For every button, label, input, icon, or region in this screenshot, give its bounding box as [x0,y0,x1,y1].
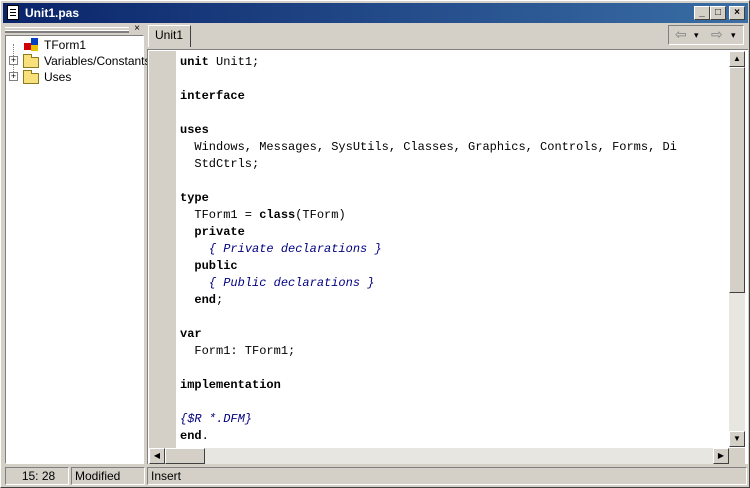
folder-icon [23,70,39,84]
close-button[interactable]: × [729,6,745,20]
code-keyword: type [180,191,209,205]
forward-arrow-icon[interactable]: ⇨ [711,27,723,43]
code-line[interactable]: { Private declarations } [180,241,382,258]
code-line[interactable]: type [180,190,209,207]
tab-unit1[interactable]: Unit1 [148,25,191,47]
code-token: StdCtrls; [180,157,260,171]
code-token: ; [216,293,224,307]
code-token: (TForm) [295,208,346,222]
back-arrow-icon[interactable]: ⇦ [675,27,687,43]
back-dropdown-icon[interactable]: ▾ [694,27,699,43]
expand-icon[interactable]: + [9,72,18,81]
horizontal-scroll-thumb[interactable] [165,448,205,464]
scroll-left-icon[interactable]: ◀ [149,448,165,464]
code-line[interactable]: Windows, Messages, SysUtils, Classes, Gr… [180,139,677,156]
cursor-position: 15: 28 [5,467,69,485]
maximize-button[interactable]: □ [710,6,726,20]
code-keyword: uses [180,123,209,137]
code-comment: { Public declarations } [208,276,375,290]
modified-indicator: Modified [71,467,145,485]
horizontal-scrollbar[interactable]: ◀ ▶ [149,448,729,464]
document-icon [7,5,19,20]
tree-item-tform1[interactable]: TForm1 [6,37,142,53]
insert-mode-indicator: Insert [147,467,747,485]
code-keyword: end [194,293,217,307]
vertical-scrollbar[interactable]: ▲ ▼ [729,51,745,447]
code-line[interactable]: interface [180,88,245,105]
scroll-up-icon[interactable]: ▲ [729,51,745,67]
tab-bar: Unit1 ⇦ ▾ ⇨ ▾ [147,24,748,48]
code-keyword: public [194,259,238,273]
code-token: . [201,429,209,443]
editor-gutter[interactable] [149,51,177,448]
code-token: TForm1 = [180,208,260,222]
code-keyword: private [194,225,245,239]
class-icon [24,37,40,52]
code-keyword: implementation [180,378,281,392]
tree-item-variables-constants[interactable]: + Variables/Constants [6,53,151,69]
scroll-right-icon[interactable]: ▶ [713,448,729,464]
code-line[interactable]: { Public declarations } [180,275,375,292]
code-line[interactable]: unit Unit1; [180,54,259,71]
code-token: Form1: TForm1; [180,344,296,358]
scroll-down-icon[interactable]: ▼ [729,431,745,447]
code-line[interactable]: private [180,224,245,241]
title-bar[interactable]: Unit1.pas _ □ × [3,3,748,23]
tree-item-uses[interactable]: + Uses [6,69,142,85]
tree-item-label: Uses [44,70,72,84]
code-line[interactable]: end; [180,292,223,309]
code-token: Windows, Messages, SysUtils, Classes, Gr… [180,140,677,154]
code-explorer-panel: × TForm1 + Variables/Constants + Uses [3,24,151,464]
window-title: Unit1.pas [25,6,80,20]
code-editor[interactable]: unit Unit1; interface uses Windows, Messag… [147,49,748,464]
code-line[interactable]: var [180,326,202,343]
code-keyword: var [180,327,202,341]
folder-icon [23,54,39,68]
code-keyword: class [259,208,296,222]
forward-dropdown-icon[interactable]: ▾ [731,27,736,43]
code-comment: {$R *.DFM} [180,412,253,426]
vertical-scroll-thumb[interactable] [729,67,745,293]
tree-item-label: TForm1 [44,38,86,52]
status-bar: 15: 28 Modified Insert [3,466,748,486]
code-keyword: interface [180,89,245,103]
code-keyword: end [180,429,202,443]
editor-window: Unit1.pas _ □ × × TForm1 + Variables/Con… [0,0,750,488]
code-keyword: unit [180,55,209,69]
code-line[interactable]: {$R *.DFM} [180,411,252,428]
code-line[interactable]: public [180,258,238,275]
minimize-button[interactable]: _ [694,6,710,20]
code-line[interactable]: Form1: TForm1; [180,343,295,360]
code-line[interactable]: StdCtrls; [180,156,259,173]
code-line[interactable]: TForm1 = class(TForm) [180,207,346,224]
code-line[interactable]: uses [180,122,209,139]
code-text[interactable]: unit Unit1; interface uses Windows, Messag… [180,51,728,448]
expand-icon[interactable]: + [9,56,18,65]
panel-grip-line [5,30,129,33]
editor-frame: Unit1 ⇦ ▾ ⇨ ▾ unit Unit1; interface uses W… [147,24,748,464]
code-comment: { Private declarations } [208,242,382,256]
tree-item-label: Variables/Constants [44,54,151,68]
navigation-buttons: ⇦ ▾ ⇨ ▾ [668,25,744,45]
code-token: Unit1; [208,55,260,69]
scroll-corner [729,448,745,464]
code-explorer-tree[interactable]: TForm1 + Variables/Constants + Uses [5,35,151,464]
panel-close-icon[interactable]: × [131,24,143,34]
code-line[interactable]: end. [180,428,209,445]
code-line[interactable]: implementation [180,377,281,394]
